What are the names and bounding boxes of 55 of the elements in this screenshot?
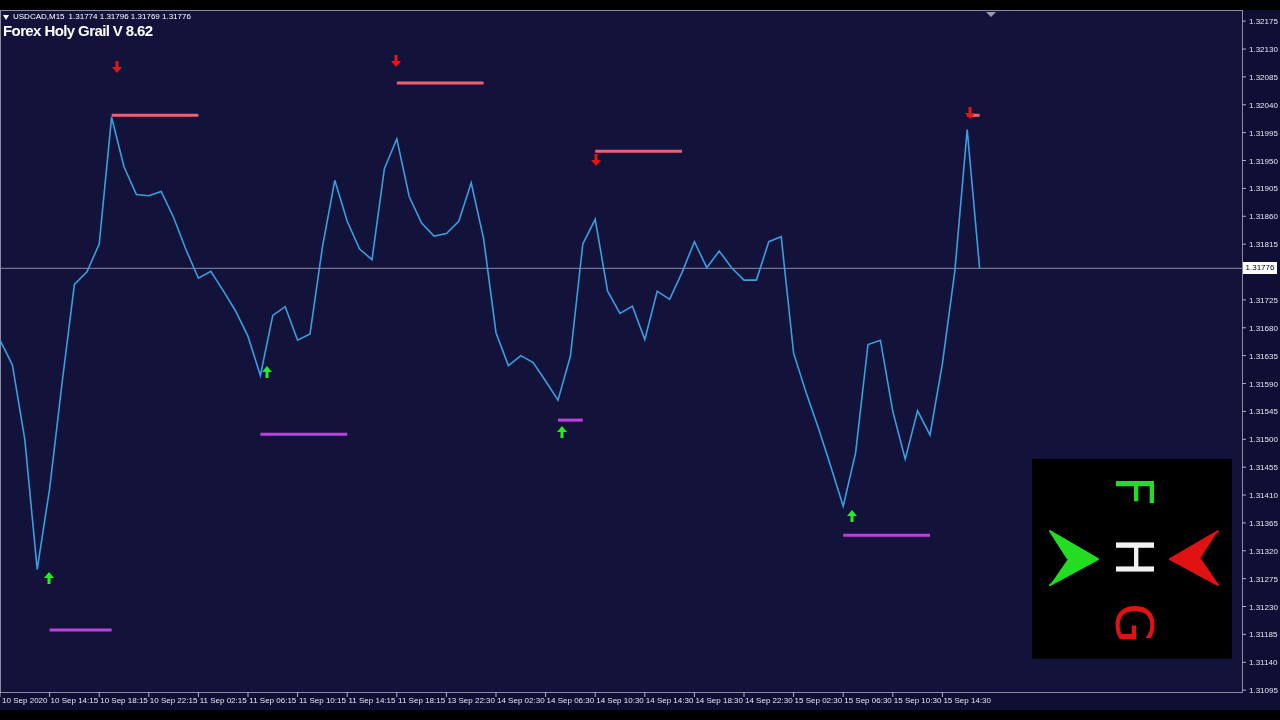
time-label: 10 Sep 14:15 bbox=[50, 696, 99, 705]
price-label: 1.31095 bbox=[1249, 686, 1278, 696]
price-label: 1.31860 bbox=[1249, 212, 1278, 222]
time-label: 11 Sep 14:15 bbox=[348, 696, 396, 705]
time-label: 11 Sep 06:15 bbox=[249, 696, 297, 705]
price-label: 1.31365 bbox=[1249, 518, 1278, 528]
time-label: 13 Sep 22:30 bbox=[447, 696, 495, 705]
price-label: 1.32040 bbox=[1249, 100, 1278, 110]
logo-letter: H bbox=[1108, 537, 1160, 577]
logo-letter: G bbox=[1108, 603, 1160, 643]
price-label: 1.31815 bbox=[1249, 240, 1278, 250]
time-label: 15 Sep 02:30 bbox=[794, 696, 843, 705]
price-label: 1.31905 bbox=[1249, 184, 1278, 194]
time-label: 10 Sep 2020 bbox=[2, 696, 48, 705]
ohlc-values: 1.31774 1.31796 1.31769 1.31776 bbox=[68, 12, 191, 22]
time-label: 14 Sep 06:30 bbox=[546, 696, 595, 705]
price-label: 1.32130 bbox=[1249, 45, 1278, 54]
price-label: 1.31725 bbox=[1249, 295, 1278, 305]
time-label: 14 Sep 18:30 bbox=[695, 696, 743, 705]
price-label: 1.31185 bbox=[1249, 630, 1278, 640]
arrowhead-icon bbox=[1168, 529, 1220, 587]
time-label: 11 Sep 18:15 bbox=[398, 696, 446, 705]
price-label: 1.31635 bbox=[1249, 351, 1278, 361]
time-label: 11 Sep 10:15 bbox=[298, 696, 346, 705]
price-label: 1.31230 bbox=[1249, 602, 1278, 612]
bid-price-tag: 1.31776 bbox=[1243, 262, 1277, 275]
logo-letter: F bbox=[1108, 475, 1160, 508]
time-label: 10 Sep 22:15 bbox=[149, 696, 198, 705]
chart-shift-icon bbox=[986, 12, 996, 17]
price-label: 1.31500 bbox=[1249, 435, 1278, 445]
time-label: 11 Sep 02:15 bbox=[199, 696, 247, 705]
time-label: 14 Sep 14:30 bbox=[645, 696, 694, 705]
time-label: 15 Sep 10:30 bbox=[893, 696, 942, 705]
price-label: 1.31275 bbox=[1249, 574, 1278, 584]
dropdown-icon[interactable] bbox=[3, 14, 9, 20]
price-label: 1.32175 bbox=[1249, 17, 1278, 27]
price-label: 1.31455 bbox=[1249, 463, 1278, 473]
time-label: 15 Sep 14:30 bbox=[943, 696, 991, 705]
indicator-title: Forex Holy Grail V 8.62 bbox=[3, 22, 154, 40]
price-label: 1.31410 bbox=[1249, 491, 1278, 500]
price-label: 1.31140 bbox=[1249, 658, 1278, 668]
symbol-info: USDCAD,M15 bbox=[13, 12, 65, 22]
price-label: 1.32085 bbox=[1249, 72, 1278, 82]
time-label: 15 Sep 06:30 bbox=[844, 696, 892, 705]
arrowhead-icon bbox=[1048, 529, 1100, 587]
price-label: 1.31680 bbox=[1249, 323, 1278, 333]
time-label: 14 Sep 10:30 bbox=[596, 696, 644, 705]
price-label: 1.31950 bbox=[1249, 156, 1278, 166]
time-label: 14 Sep 02:30 bbox=[497, 696, 545, 705]
price-label: 1.31590 bbox=[1249, 379, 1278, 389]
time-label: 10 Sep 18:15 bbox=[100, 696, 148, 705]
price-label: 1.31545 bbox=[1249, 407, 1278, 417]
time-label: 14 Sep 22:30 bbox=[745, 696, 793, 705]
price-label: 1.31995 bbox=[1249, 128, 1278, 138]
price-label: 1.31320 bbox=[1249, 546, 1278, 556]
